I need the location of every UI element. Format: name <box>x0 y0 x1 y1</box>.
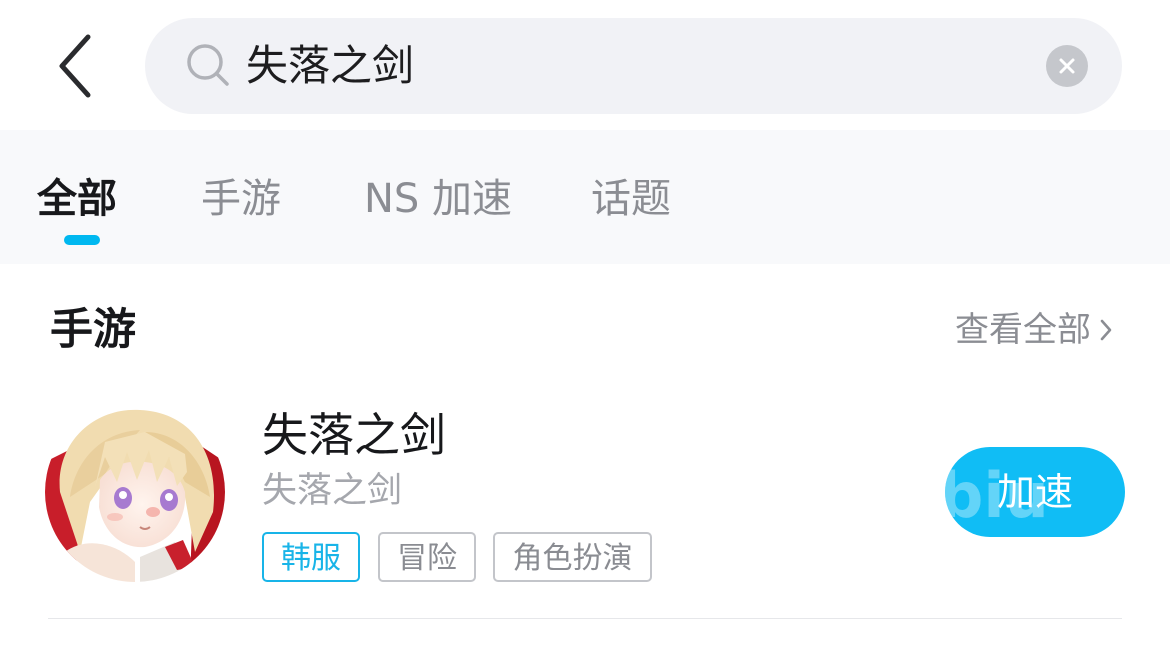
chevron-left-icon <box>59 34 91 98</box>
game-avatar[interactable] <box>45 402 225 582</box>
accelerate-button[interactable]: biu 加速 <box>945 447 1125 537</box>
tab-mobile-games[interactable]: 手游 <box>201 174 281 224</box>
view-all-link[interactable]: 查看全部 <box>955 305 1113 355</box>
search-results-screen: 失落之剑 全部 手游 NS 加速 话题 手游 查看全部 失落之剑 失落之剑 韩服… <box>0 0 1170 650</box>
game-list-item[interactable]: 失落之剑 失落之剑 韩服 冒险 角色扮演 biu 加速 <box>0 390 1170 619</box>
game-title[interactable]: 失落之剑 <box>262 406 446 464</box>
game-cover-image <box>45 402 225 582</box>
active-tab-indicator <box>64 235 100 245</box>
tab-topics[interactable]: 话题 <box>591 174 671 224</box>
tag-server: 韩服 <box>262 532 360 582</box>
close-icon <box>1059 58 1075 74</box>
tag-genre: 冒险 <box>378 532 476 582</box>
tab-ns-acceleration[interactable]: NS 加速 <box>364 174 512 224</box>
chevron-right-icon <box>1099 318 1113 342</box>
search-bar[interactable]: 失落之剑 <box>145 18 1122 114</box>
back-button[interactable] <box>46 30 106 102</box>
category-tabs: 全部 手游 NS 加速 话题 <box>0 130 1170 264</box>
section-title: 手游 <box>50 305 136 355</box>
accelerate-label: 加速 <box>996 470 1073 514</box>
search-input[interactable]: 失落之剑 <box>246 18 414 114</box>
search-icon <box>187 44 229 86</box>
list-divider <box>48 618 1122 619</box>
view-all-label: 查看全部 <box>955 310 1091 350</box>
tab-all[interactable]: 全部 <box>37 174 117 224</box>
game-subtitle: 失落之剑 <box>262 471 403 511</box>
tag-genre: 角色扮演 <box>493 532 652 582</box>
clear-search-button[interactable] <box>1046 45 1088 87</box>
